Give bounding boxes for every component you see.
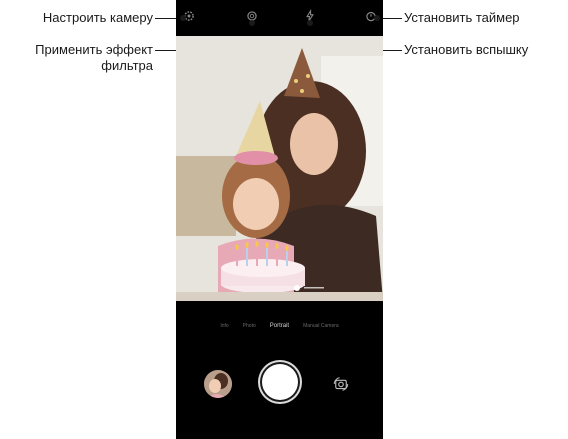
gallery-thumbnail[interactable] [204,370,232,398]
callout-dot-flash [307,20,313,26]
callout-dot-timer [374,15,380,21]
camera-viewfinder[interactable] [176,36,383,301]
switch-camera-icon[interactable] [329,372,353,396]
mode-portrait[interactable]: Portrait [270,323,289,329]
viewfinder-photo [176,36,383,301]
camera-bottom-controls [176,360,383,408]
shutter-button[interactable] [262,364,298,400]
mode-info[interactable]: Info [220,323,228,329]
callout-set-timer: Установить таймер [404,10,520,25]
callout-set-flash: Установить вспышку [404,42,529,57]
mode-photo[interactable]: Photo [243,323,256,329]
callout-apply-filter-text: Применить эффект фильтра [35,42,153,73]
camera-screen: Info Photo Portrait Manual Camera [176,0,383,439]
callout-dot-settings [180,15,186,21]
callout-apply-filter: Применить эффект фильтра [0,42,153,74]
callout-dot-filter [249,20,255,26]
camera-mode-selector: Info Photo Portrait Manual Camera [176,318,383,334]
camera-top-bar [176,0,383,36]
callout-configure-camera: Настроить камеру [42,10,153,25]
mode-manual-camera[interactable]: Manual Camera [303,323,339,329]
